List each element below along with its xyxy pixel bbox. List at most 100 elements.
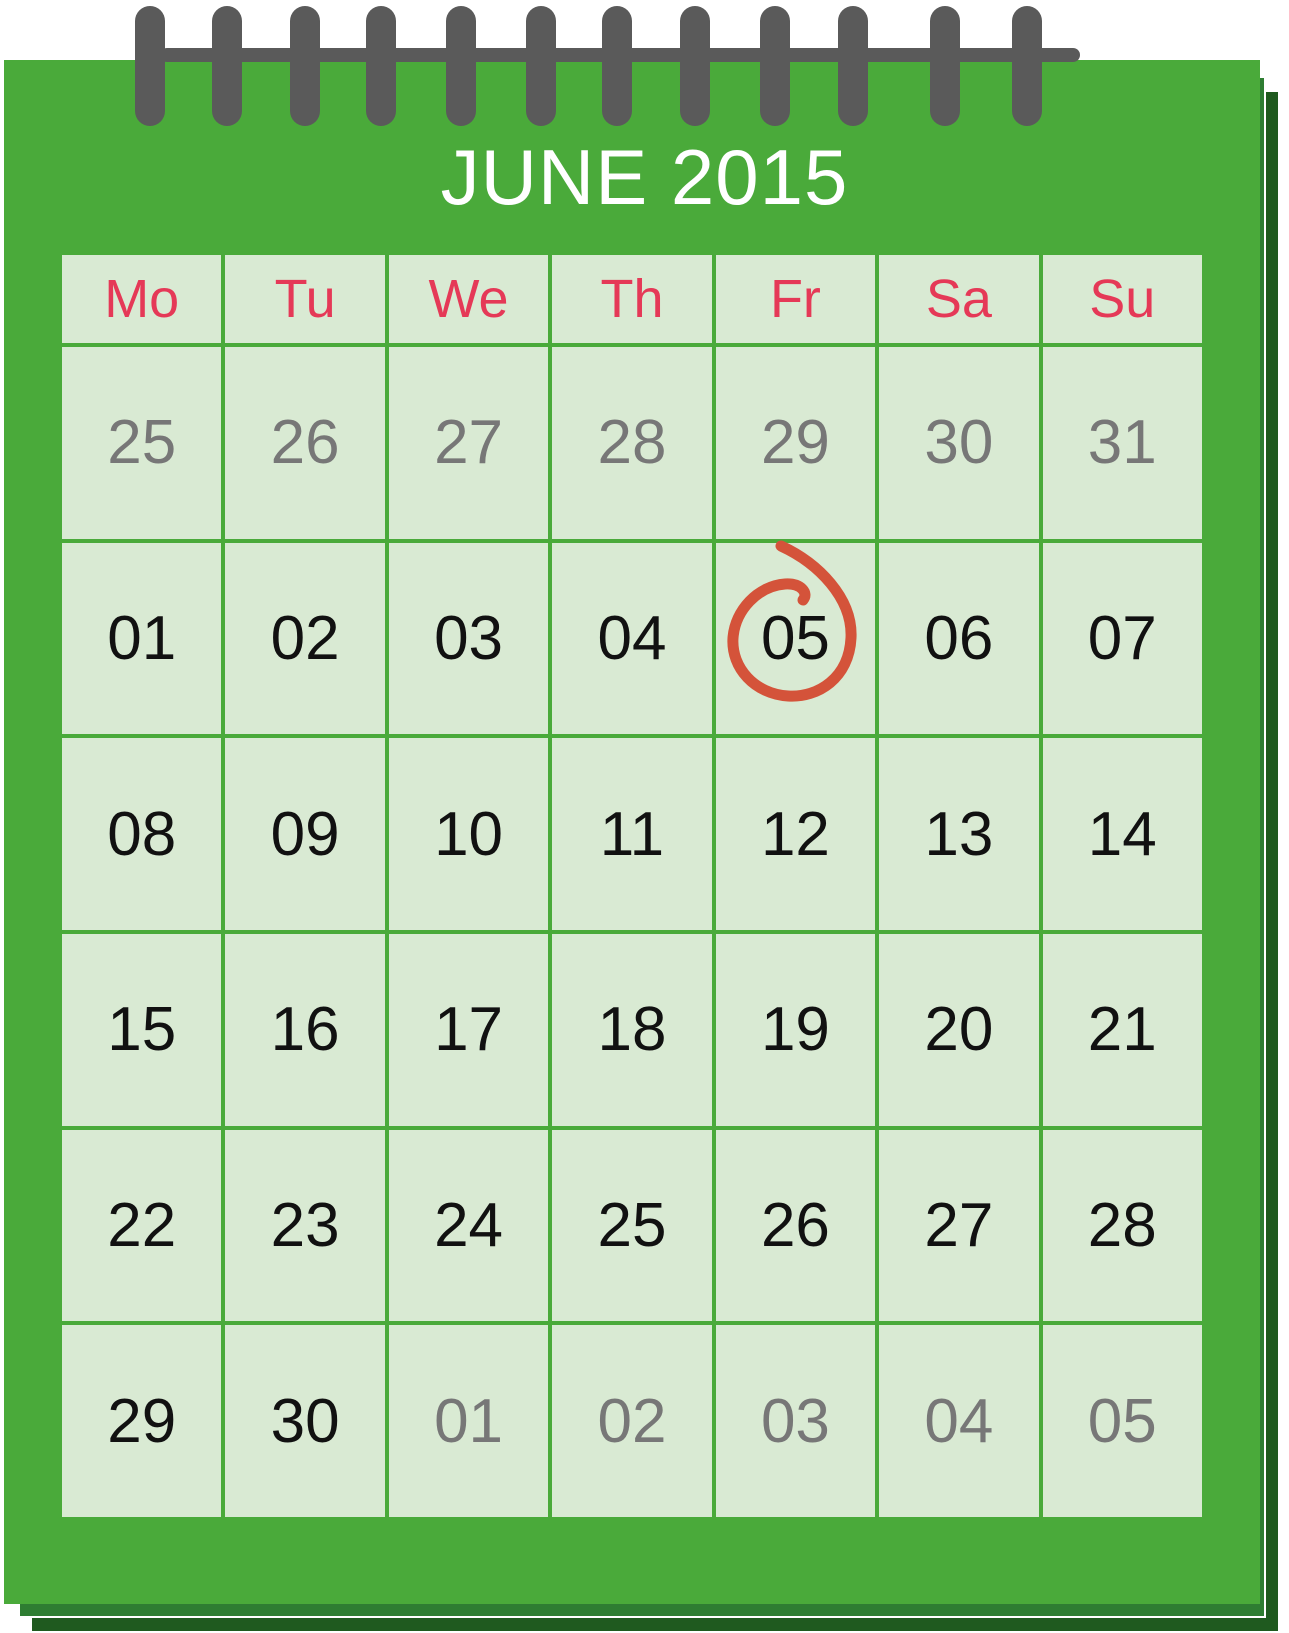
day-cell[interactable]: 14 — [1042, 738, 1202, 930]
day-number: 01 — [107, 603, 177, 673]
day-number: 30 — [924, 408, 994, 478]
day-number: 01 — [434, 1386, 504, 1456]
day-cell[interactable]: 07 — [1042, 542, 1202, 735]
day-number: 23 — [270, 1190, 340, 1260]
day-number: 20 — [924, 995, 994, 1065]
day-cell[interactable]: 06 — [879, 542, 1039, 735]
binding-ring — [290, 6, 320, 126]
day-cell-other-month[interactable]: 01 — [388, 1325, 549, 1517]
day-cell[interactable]: 26 — [715, 1129, 876, 1322]
day-cell[interactable]: 18 — [552, 934, 712, 1126]
day-number: 15 — [107, 995, 177, 1065]
day-number: 05 — [1087, 1386, 1157, 1456]
day-number: 27 — [434, 408, 504, 478]
day-cell[interactable]: 01 — [62, 542, 222, 735]
day-cell[interactable]: 24 — [388, 1129, 549, 1322]
day-number: 31 — [1087, 408, 1157, 478]
day-cell[interactable]: 23 — [225, 1129, 385, 1322]
day-cell[interactable]: 28 — [1042, 1129, 1202, 1322]
day-cell[interactable]: 20 — [879, 934, 1039, 1126]
day-cell[interactable]: 09 — [225, 738, 385, 930]
day-cell[interactable]: 27 — [879, 1129, 1039, 1322]
day-cell[interactable]: 10 — [388, 738, 549, 930]
day-cell-other-month[interactable]: 29 — [715, 347, 876, 539]
day-number: 07 — [1087, 603, 1157, 673]
day-cell[interactable]: 17 — [388, 934, 549, 1126]
day-cell[interactable]: 30 — [225, 1325, 385, 1517]
day-cell-other-month[interactable]: 03 — [715, 1325, 876, 1517]
day-cell[interactable]: 11 — [552, 738, 712, 930]
day-cell-circled[interactable]: 05 — [715, 542, 876, 735]
day-number: 12 — [760, 799, 830, 869]
day-number: 13 — [924, 799, 994, 869]
day-cell[interactable]: 12 — [715, 738, 876, 930]
binding-ring — [366, 6, 396, 126]
day-cell-other-month[interactable]: 27 — [388, 347, 549, 539]
day-cell-other-month[interactable]: 31 — [1042, 347, 1202, 539]
day-number: 21 — [1087, 995, 1157, 1065]
day-number: 30 — [270, 1386, 340, 1456]
day-number: 17 — [434, 995, 504, 1065]
day-cell[interactable]: 16 — [225, 934, 385, 1126]
weekday-header: Fr — [715, 255, 876, 343]
day-number: 26 — [270, 408, 340, 478]
day-cell[interactable]: 02 — [225, 542, 385, 735]
weekday-header: Th — [552, 255, 712, 343]
binding-ring — [930, 6, 960, 126]
day-cell-other-month[interactable]: 26 — [225, 347, 385, 539]
day-number: 04 — [924, 1386, 994, 1456]
binding-ring — [760, 6, 790, 126]
day-cell[interactable]: 04 — [552, 542, 712, 735]
day-cell[interactable]: 22 — [62, 1129, 222, 1322]
day-number: 24 — [434, 1190, 504, 1260]
binding-ring — [526, 6, 556, 126]
day-number: 08 — [107, 799, 177, 869]
binding-ring — [602, 6, 632, 126]
binding-ring — [838, 6, 868, 126]
day-number: 05 — [760, 603, 830, 673]
day-number: 29 — [107, 1386, 177, 1456]
calendar-title: JUNE 2015 — [440, 133, 849, 221]
day-number: 02 — [270, 603, 340, 673]
day-number: 03 — [760, 1386, 830, 1456]
day-number: 26 — [760, 1190, 830, 1260]
day-number: 04 — [597, 603, 667, 673]
day-number: 14 — [1087, 799, 1157, 869]
day-cell-other-month[interactable]: 28 — [552, 347, 712, 539]
day-cell[interactable]: 08 — [62, 738, 222, 930]
day-cell-other-month[interactable]: 25 — [62, 347, 222, 539]
day-number: 10 — [434, 799, 504, 869]
binding-ring — [446, 6, 476, 126]
binding-ring — [212, 6, 242, 126]
day-cell-other-month[interactable]: 30 — [879, 347, 1039, 539]
day-number: 06 — [924, 603, 994, 673]
calendar-grid: Mo Tu We Th Fr Sa Su 25 26 27 28 29 30 31 01 02 03 04 05 06… — [62, 255, 1202, 1517]
day-number: 27 — [924, 1190, 994, 1260]
day-cell[interactable]: 21 — [1042, 934, 1202, 1126]
day-number: 28 — [597, 408, 667, 478]
day-number: 16 — [270, 995, 340, 1065]
day-number: 25 — [107, 408, 177, 478]
day-number: 22 — [107, 1190, 177, 1260]
day-number: 18 — [597, 995, 667, 1065]
weekday-header: Tu — [225, 255, 385, 343]
binding-ring — [1012, 6, 1042, 126]
day-number: 03 — [434, 603, 504, 673]
weekday-header: Sa — [879, 255, 1039, 343]
day-cell[interactable]: 19 — [715, 934, 876, 1126]
day-cell[interactable]: 29 — [62, 1325, 222, 1517]
spiral-binding-icon — [0, 0, 1289, 140]
calendar-illustration: JUNE 2015 Mo Tu We Th Fr Sa Su 25 26 27 28 29 30 31 01… — [0, 0, 1289, 1633]
weekday-header: We — [388, 255, 549, 343]
day-cell-other-month[interactable]: 05 — [1042, 1325, 1202, 1517]
day-cell[interactable]: 03 — [388, 542, 549, 735]
day-cell[interactable]: 25 — [552, 1129, 712, 1322]
day-cell[interactable]: 13 — [879, 738, 1039, 930]
binding-ring — [680, 6, 710, 126]
day-number: 11 — [599, 799, 665, 869]
binding-ring — [135, 6, 165, 126]
weekday-header: Mo — [62, 255, 222, 343]
day-cell[interactable]: 15 — [62, 934, 222, 1126]
day-cell-other-month[interactable]: 02 — [552, 1325, 712, 1517]
day-cell-other-month[interactable]: 04 — [879, 1325, 1039, 1517]
